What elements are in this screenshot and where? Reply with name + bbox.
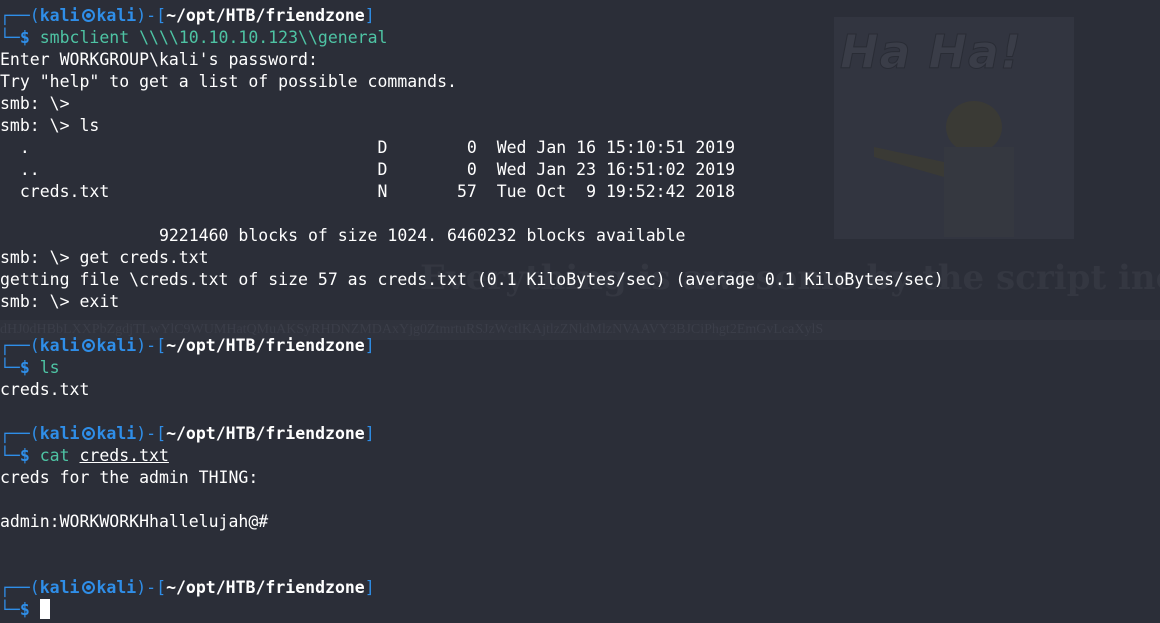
output-line: .. D 0 Wed Jan 23 16:51:02 2019 (0, 160, 736, 179)
output-line: smb: \> get creds.txt (0, 248, 209, 267)
prompt-symbol: $ (19, 600, 30, 619)
output-line: Enter WORKGROUP\kali's password: (0, 50, 318, 69)
output-line: getting file \creds.txt of size 57 as cr… (0, 270, 944, 289)
command-argument: creds.txt (79, 446, 169, 465)
prompt-line: ┌──(kali kali)-[~/opt/HTB/friendzone] (0, 424, 375, 443)
output-line: creds for the admin THING: (0, 468, 259, 487)
prompt-line: ┌──(kali kali)-[~/opt/HTB/friendzone] (0, 578, 375, 597)
command-text: ls (39, 358, 60, 377)
command-line: └─$ cat creds.txt (0, 446, 169, 465)
prompt-host: kali (96, 6, 137, 25)
prompt-host: kali (96, 424, 137, 443)
output-line: Try "help" to get a list of possible com… (0, 72, 457, 91)
command-text: cat (39, 446, 80, 465)
prompt-symbol: $ (19, 28, 30, 47)
prompt-path: ~/opt/HTB/friendzone (166, 424, 365, 443)
prompt-path: ~/opt/HTB/friendzone (166, 6, 365, 25)
active-command-line[interactable]: └─$ (0, 599, 1160, 621)
prompt-host: kali (96, 336, 137, 355)
command-line: └─$ smbclient \\\\10.10.10.123\\general (0, 28, 388, 47)
prompt-line: ┌──(kali kali)-[~/opt/HTB/friendzone] (0, 336, 375, 355)
command-text: smbclient \\\\10.10.10.123\\general (39, 28, 388, 47)
kali-skull-icon (81, 339, 95, 352)
kali-skull-icon (81, 427, 95, 440)
prompt-user: kali (39, 424, 80, 443)
kali-skull-icon (81, 581, 95, 594)
prompt-path: ~/opt/HTB/friendzone (166, 336, 365, 355)
prompt-user: kali (39, 336, 80, 355)
prompt-user: kali (39, 6, 80, 25)
output-line: creds.txt N 57 Tue Oct 9 19:52:42 2018 (0, 182, 736, 201)
output-line: . D 0 Wed Jan 16 15:10:51 2019 (0, 138, 736, 157)
prompt-symbol: $ (19, 446, 30, 465)
output-line: smb: \> ls (0, 116, 100, 135)
prompt-user: kali (39, 578, 80, 597)
terminal[interactable]: ┌──(kali kali)-[~/opt/HTB/friendzone] └─$… (0, 5, 1160, 621)
output-line: admin:WORKWORKHhallelujah@# (0, 512, 269, 531)
text-cursor[interactable] (39, 599, 50, 619)
output-line: smb: \> (0, 94, 70, 113)
kali-skull-icon (81, 9, 95, 22)
command-line: └─$ ls (0, 358, 60, 377)
output-line: 9221460 blocks of size 1024. 6460232 blo… (0, 226, 686, 245)
output-line: creds.txt (0, 380, 90, 399)
output-line: smb: \> exit (0, 292, 120, 311)
prompt-line: ┌──(kali kali)-[~/opt/HTB/friendzone] (0, 6, 375, 25)
prompt-path: ~/opt/HTB/friendzone (166, 578, 365, 597)
prompt-host: kali (96, 578, 137, 597)
prompt-symbol: $ (19, 358, 30, 377)
